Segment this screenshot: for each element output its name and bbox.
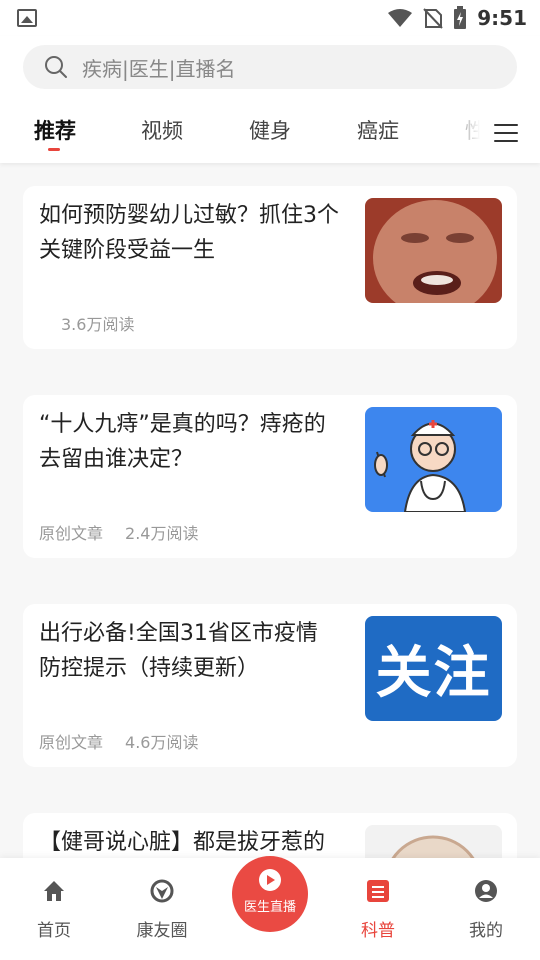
search-icon: [45, 56, 67, 78]
active-tab-indicator: [48, 148, 60, 151]
search-bar[interactable]: 疾病|医生|直播名: [23, 45, 517, 89]
tab-fitness[interactable]: 健身: [249, 115, 291, 145]
nav-mine[interactable]: 我的: [446, 878, 526, 941]
wifi-icon: [388, 9, 413, 27]
community-icon: [150, 879, 174, 903]
menu-icon[interactable]: [494, 124, 518, 144]
tab-cancer[interactable]: 癌症: [357, 115, 399, 145]
article-source: 原创文章: [39, 524, 104, 543]
status-bar: 9:51: [0, 0, 540, 36]
thumbnail-text: 关注: [375, 641, 492, 706]
nav-community[interactable]: 康友圈: [122, 878, 202, 941]
article-card[interactable]: 如何预防婴幼儿过敏？抓住3个关键阶段受益一生 3.6万阅读: [23, 186, 517, 349]
tab-recommend[interactable]: 推荐: [34, 115, 76, 145]
search-placeholder: 疾病|医生|直播名: [82, 56, 236, 81]
bottom-navigation: 首页 康友圈 医生直播 科普 我的: [0, 856, 540, 960]
article-thumbnail: 关注: [365, 616, 502, 721]
category-tabs: 推荐 视频 健身 癌症 性: [0, 111, 480, 151]
nav-mine-label: 我的: [469, 921, 503, 941]
article-reads: 3.6万阅读: [61, 315, 135, 334]
article-title: 如何预防婴幼儿过敏？抓住3个关键阶段受益一生: [39, 203, 339, 263]
nav-science-label: 科普: [361, 921, 395, 941]
nav-science[interactable]: 科普: [338, 878, 418, 941]
article-reads: 2.4万阅读: [125, 524, 199, 543]
article-list-icon: [367, 880, 389, 902]
article-title: 【健哥说心脏】都是拔牙惹的: [39, 830, 326, 855]
tabs-fade: [440, 111, 480, 151]
article-thumbnail: [365, 407, 502, 512]
article-title: “十人九痔”是真的吗？痔疮的去留由谁决定？: [39, 412, 326, 472]
article-reads: 4.6万阅读: [125, 733, 199, 752]
play-icon: [259, 869, 281, 891]
profile-icon: [475, 880, 497, 902]
article-card[interactable]: 出行必备!全国31省区市疫情防控提示（持续更新） 原创文章 4.6万阅读 关注: [23, 604, 517, 767]
nav-community-label: 康友圈: [136, 921, 188, 941]
no-sim-icon: [423, 8, 443, 29]
battery-charging-icon: [454, 6, 467, 29]
doctor-live-button[interactable]: 医生直播: [232, 856, 308, 932]
nav-home[interactable]: 首页: [14, 878, 94, 941]
status-time: 9:51: [477, 6, 527, 30]
article-thumbnail: [365, 198, 502, 303]
nav-home-label: 首页: [37, 921, 71, 941]
article-title: 出行必备!全国31省区市疫情防控提示（持续更新）: [39, 621, 318, 681]
article-source: 原创文章: [39, 733, 104, 752]
article-card[interactable]: “十人九痔”是真的吗？痔疮的去留由谁决定？ 原创文章 2.4万阅读: [23, 395, 517, 558]
gallery-notification-icon: [17, 9, 37, 27]
tab-video[interactable]: 视频: [141, 115, 183, 145]
home-icon: [44, 881, 64, 901]
doctor-live-label: 医生直播: [243, 900, 296, 915]
